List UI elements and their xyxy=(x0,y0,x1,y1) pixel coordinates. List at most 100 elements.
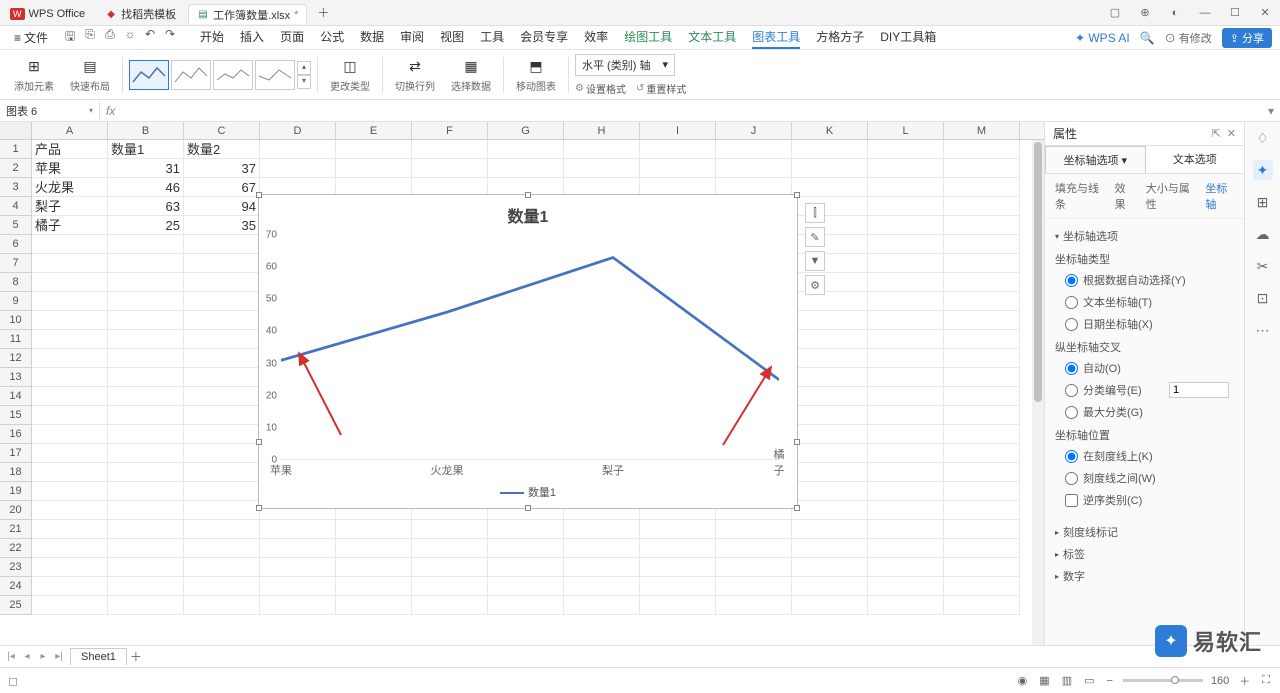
zoom-slider[interactable] xyxy=(1123,679,1203,682)
chart-style-1[interactable] xyxy=(129,60,169,90)
export-icon[interactable]: ⎘ xyxy=(80,27,100,48)
cell[interactable] xyxy=(108,558,184,577)
cell[interactable] xyxy=(564,520,640,539)
cell[interactable] xyxy=(412,558,488,577)
preview-icon[interactable]: ☼ xyxy=(120,27,140,48)
row-header[interactable]: 7 xyxy=(0,254,31,273)
zoom-value[interactable]: 160 xyxy=(1211,675,1229,687)
style-prev[interactable]: ▴ xyxy=(297,61,311,75)
category-number-input[interactable] xyxy=(1169,382,1229,398)
style-next[interactable]: ▾ xyxy=(297,75,311,89)
cell[interactable] xyxy=(792,482,868,501)
tab-fgz[interactable]: 方格方子 xyxy=(816,26,864,49)
cell[interactable]: 梨子 xyxy=(32,197,108,216)
cell[interactable] xyxy=(792,235,868,254)
cell[interactable] xyxy=(184,235,260,254)
rail-backup-icon[interactable]: ☁ xyxy=(1253,224,1273,244)
cell[interactable] xyxy=(184,311,260,330)
row-header[interactable]: 11 xyxy=(0,330,31,349)
row-header[interactable]: 1 xyxy=(0,140,31,159)
row-header[interactable]: 15 xyxy=(0,406,31,425)
cell[interactable] xyxy=(792,311,868,330)
cell[interactable] xyxy=(868,368,944,387)
cell[interactable] xyxy=(336,596,412,615)
fx-icon[interactable]: fx xyxy=(100,104,121,118)
cell[interactable] xyxy=(488,577,564,596)
name-box[interactable]: 图表 6▾ xyxy=(0,101,100,121)
cell[interactable] xyxy=(944,178,1020,197)
cell[interactable]: 31 xyxy=(108,159,184,178)
cell[interactable] xyxy=(640,577,716,596)
chart-settings-icon[interactable]: ⚙ xyxy=(805,275,825,295)
resize-handle[interactable] xyxy=(794,505,800,511)
cell[interactable]: 37 xyxy=(184,159,260,178)
pos-between[interactable]: 刻度线之间(W) xyxy=(1055,467,1234,489)
cell[interactable]: 产品 xyxy=(32,140,108,159)
rail-tool-icon[interactable]: ✂ xyxy=(1253,256,1273,276)
col-header[interactable]: M xyxy=(944,122,1020,139)
cell[interactable] xyxy=(640,596,716,615)
resize-handle[interactable] xyxy=(794,192,800,198)
row-header[interactable]: 19 xyxy=(0,482,31,501)
add-element-button[interactable]: ⊞ 添加元素 xyxy=(8,56,60,93)
sheet-prev-icon[interactable]: ◂ xyxy=(20,651,34,662)
cell[interactable] xyxy=(792,577,868,596)
cell[interactable] xyxy=(488,159,564,178)
cell[interactable] xyxy=(868,140,944,159)
col-header[interactable]: I xyxy=(640,122,716,139)
cell[interactable] xyxy=(716,558,792,577)
cell[interactable] xyxy=(868,520,944,539)
cell[interactable] xyxy=(868,482,944,501)
save-icon[interactable]: 🖫 xyxy=(60,27,80,48)
cell[interactable] xyxy=(944,292,1020,311)
cell[interactable] xyxy=(944,406,1020,425)
cell[interactable] xyxy=(108,463,184,482)
tab-draw[interactable]: 绘图工具 xyxy=(624,26,672,49)
tab-home[interactable]: 开始 xyxy=(200,26,224,49)
rail-link-icon[interactable]: ⊡ xyxy=(1253,288,1273,308)
cell[interactable]: 35 xyxy=(184,216,260,235)
vertical-scrollbar[interactable] xyxy=(1032,140,1044,662)
cell[interactable] xyxy=(184,482,260,501)
cell[interactable] xyxy=(184,463,260,482)
cell[interactable] xyxy=(716,577,792,596)
cell[interactable] xyxy=(108,330,184,349)
view-normal-icon[interactable]: ◉ xyxy=(1016,674,1030,687)
cell[interactable] xyxy=(716,520,792,539)
cell[interactable] xyxy=(32,596,108,615)
change-type-button[interactable]: ◫更改类型 xyxy=(324,56,376,93)
row-header[interactable]: 24 xyxy=(0,577,31,596)
axis-options-tab[interactable]: 坐标轴选项 ▾ xyxy=(1045,146,1146,173)
cell[interactable] xyxy=(184,501,260,520)
labels-section[interactable]: ▸标签 xyxy=(1055,543,1234,565)
view-page-icon[interactable]: ▥ xyxy=(1060,674,1074,687)
cell[interactable] xyxy=(868,197,944,216)
cell[interactable] xyxy=(32,349,108,368)
chart[interactable]: 数量1 010203040506070 苹果火龙果梨子橘子 数量1 ⫿ ✎ ▼ … xyxy=(258,194,798,509)
fullscreen-icon[interactable]: ⛶ xyxy=(1260,674,1272,687)
tick-marks-section[interactable]: ▸刻度线标记 xyxy=(1055,521,1234,543)
col-header[interactable]: G xyxy=(488,122,564,139)
axis-selector[interactable]: 水平 (类别) 轴▾ xyxy=(575,54,675,76)
cell[interactable] xyxy=(944,216,1020,235)
tab-view[interactable]: 视图 xyxy=(440,26,464,49)
cell[interactable] xyxy=(412,596,488,615)
cell[interactable]: 67 xyxy=(184,178,260,197)
cell[interactable] xyxy=(792,387,868,406)
cell[interactable] xyxy=(792,558,868,577)
cell[interactable] xyxy=(792,368,868,387)
cell[interactable] xyxy=(716,596,792,615)
cell[interactable] xyxy=(792,292,868,311)
cell[interactable] xyxy=(792,330,868,349)
tab-formula[interactable]: 公式 xyxy=(320,26,344,49)
cell[interactable] xyxy=(792,197,868,216)
cell[interactable] xyxy=(32,235,108,254)
zoom-in-icon[interactable]: ＋ xyxy=(1237,673,1252,689)
cell[interactable] xyxy=(792,444,868,463)
cell[interactable] xyxy=(792,140,868,159)
col-header[interactable]: B xyxy=(108,122,184,139)
tab-text[interactable]: 文本工具 xyxy=(688,26,736,49)
cross-auto[interactable]: 自动(O) xyxy=(1055,357,1234,379)
subtab-effect[interactable]: 效果 xyxy=(1115,180,1134,212)
rail-analysis-icon[interactable]: ⊞ xyxy=(1253,192,1273,212)
